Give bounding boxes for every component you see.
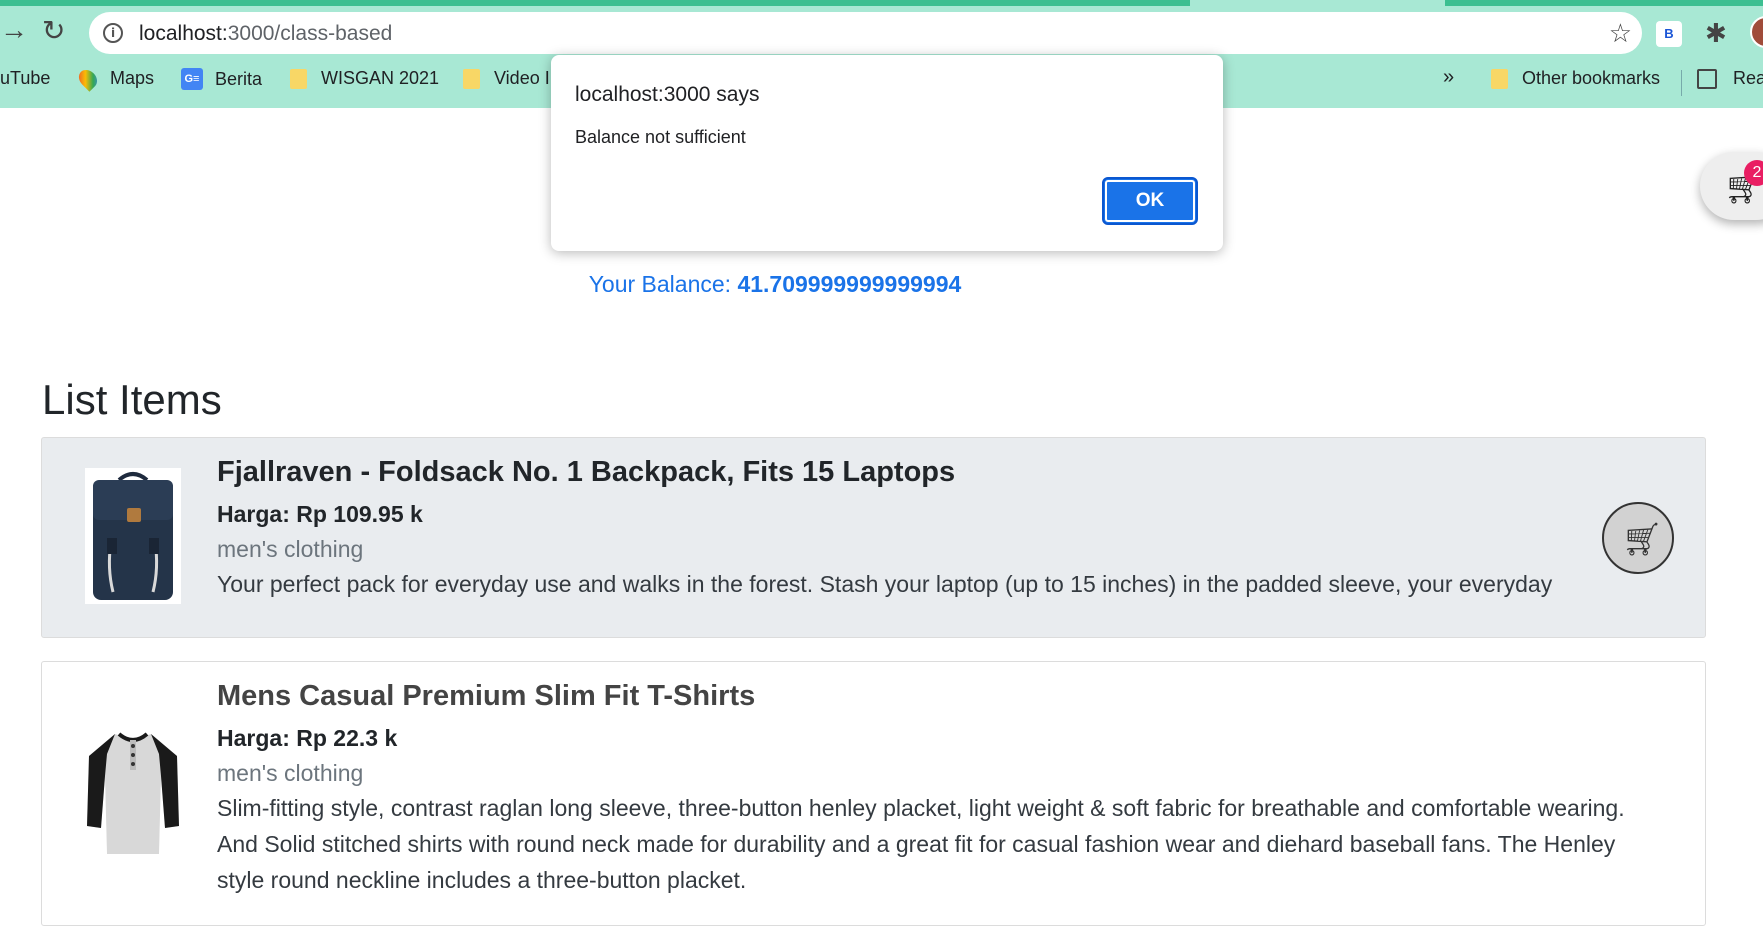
item-description: Slim-fitting style, contrast raglan long… [217, 795, 1625, 893]
folder-icon [463, 68, 480, 89]
add-to-cart-button[interactable]: 🛒︎ [1602, 502, 1674, 574]
backpack-image [85, 468, 181, 604]
item-description: Your perfect pack for everyday use and w… [217, 571, 1553, 597]
tab-strip-active [0, 0, 1190, 6]
extension-b-icon[interactable]: B [1656, 21, 1682, 47]
balance-amount: 41.709999999999994 [737, 271, 962, 297]
item-name: Fjallraven - Foldsack No. 1 Backpack, Fi… [217, 456, 956, 488]
balance-label: Your Balance: [588, 271, 738, 297]
url-host: localhost: [139, 22, 228, 45]
reload-icon[interactable]: ↻ [42, 14, 65, 47]
bookmark-wisgan[interactable]: WISGAN 2021 [290, 68, 439, 89]
forward-icon[interactable]: → [0, 14, 28, 46]
bookmark-other[interactable]: Other bookmarks [1491, 68, 1660, 89]
extensions-puzzle-icon[interactable]: ✱ [1705, 18, 1727, 49]
cart-count-badge: 2 [1744, 160, 1763, 186]
site-info-icon[interactable]: i [103, 23, 123, 43]
dialog-message: Balance not sufficient [575, 127, 746, 147]
bookmarks-divider [1681, 70, 1682, 96]
bookmark-label: Maps [110, 68, 155, 88]
tshirt-image [85, 726, 181, 862]
bookmark-video[interactable]: Video I [463, 68, 550, 89]
reading-list[interactable]: Rea [1697, 68, 1763, 89]
folder-icon [290, 68, 307, 89]
bookmark-label: Video I [494, 68, 550, 88]
url-path: 3000/class-based [227, 22, 393, 45]
cart-button[interactable]: 🛒︎ 2 [1700, 152, 1763, 220]
reading-list-icon [1697, 68, 1717, 89]
item-price: Harga: Rp 109.95 k [217, 501, 423, 527]
list-title: List Items [42, 376, 222, 423]
url-text: localhost:3000/class-based [139, 22, 392, 46]
item-name: Mens Casual Premium Slim Fit T-Shirts [217, 680, 756, 712]
dialog-title: localhost:3000 says [575, 83, 760, 106]
alert-dialog: localhost:3000 says Balance not sufficie… [551, 55, 1223, 251]
bookmark-berita[interactable]: G≡ Berita [181, 68, 262, 90]
bookmark-label: Berita [215, 68, 263, 89]
folder-icon [1491, 68, 1508, 89]
maps-pin-icon [75, 65, 101, 92]
item-price: Harga: Rp 22.3 k [217, 725, 398, 751]
google-news-icon: G≡ [181, 68, 203, 90]
bookmark-label: WISGAN 2021 [321, 68, 440, 88]
bookmark-label: uTube [0, 68, 51, 88]
address-bar[interactable]: i localhost:3000/class-based ☆ [89, 12, 1642, 54]
list-item[interactable]: Mens Casual Premium Slim Fit T-Shirts Ha… [41, 661, 1706, 926]
item-category: men's clothing [217, 760, 364, 786]
list-item[interactable]: Fjallraven - Foldsack No. 1 Backpack, Fi… [41, 437, 1706, 638]
ok-button[interactable]: OK [1102, 177, 1198, 225]
bookmark-youtube[interactable]: uTube [0, 68, 50, 89]
bookmark-label: Other bookmarks [1522, 68, 1661, 88]
tab-strip-right [1445, 0, 1763, 6]
profile-avatar[interactable] [1750, 16, 1763, 48]
add-shopping-cart-icon: 🛒︎ [1622, 521, 1663, 557]
item-category: men's clothing [217, 536, 364, 562]
bookmark-maps[interactable]: Maps [75, 65, 155, 92]
bookmarks-overflow-chevron[interactable]: » [1443, 66, 1454, 89]
bookmark-star-icon[interactable]: ☆ [1609, 18, 1632, 49]
balance-display: Your Balance: 41.709999999999994 [0, 271, 1550, 298]
reading-list-label: Rea [1733, 68, 1763, 88]
